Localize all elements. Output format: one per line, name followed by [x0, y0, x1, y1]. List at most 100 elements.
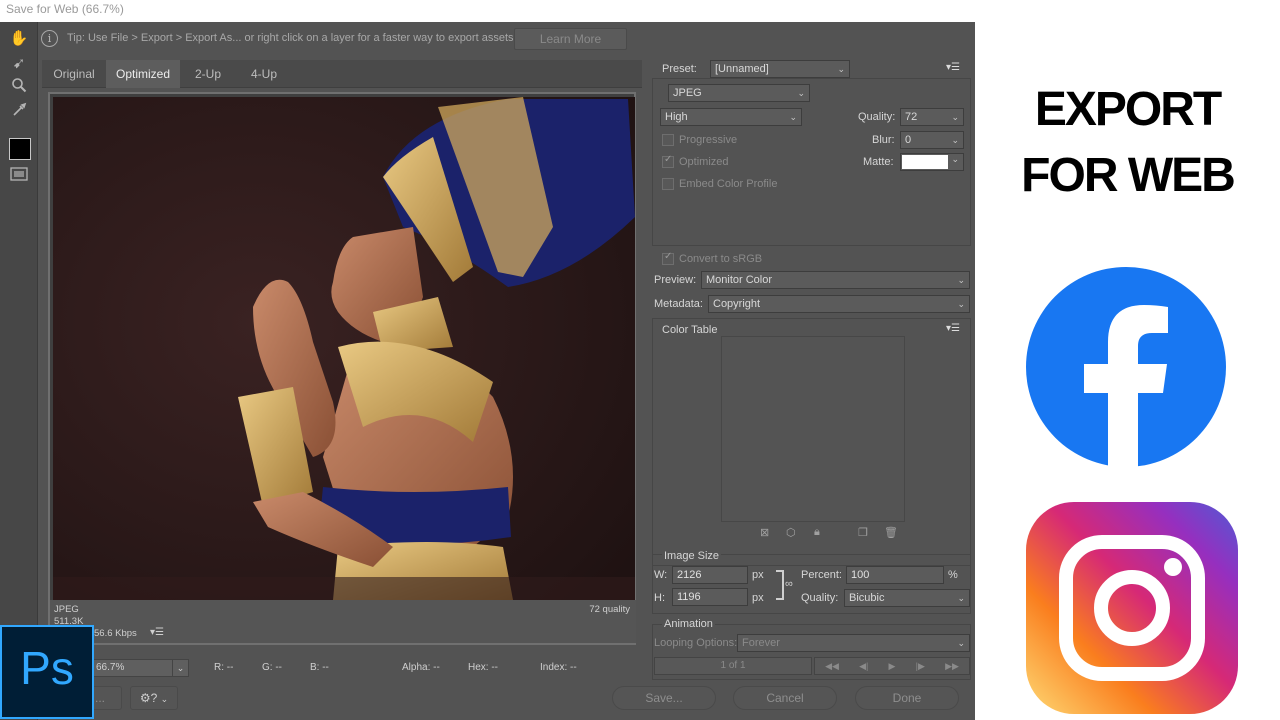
quality-field[interactable]: 72 ⌄ [900, 108, 964, 126]
looping-options-label: Looping Options: [654, 637, 738, 649]
tab-4-up[interactable]: 4-Up [236, 60, 292, 88]
width-unit: px [752, 569, 764, 581]
window-title: Save for Web (66.7%) [0, 0, 975, 22]
color-table-menu-icon[interactable]: ▾☰ [946, 323, 960, 334]
web-snap-icon[interactable]: ⬡ [786, 526, 796, 539]
preview-photo [53, 97, 635, 600]
tip-text: Tip: Use File > Export > Export As... or… [67, 32, 514, 44]
facebook-logo-icon [1026, 267, 1226, 467]
photoshop-logo: Ps [0, 625, 94, 719]
height-field[interactable]: 1196 [672, 588, 748, 606]
metadata-label: Metadata: [654, 298, 703, 310]
info-icon: i [41, 30, 58, 47]
compression-select[interactable]: High ⌄ [660, 108, 802, 126]
embed-color-profile-checkbox[interactable] [662, 178, 674, 190]
zoom-value: 66.7% [96, 662, 125, 673]
zoom-tool-icon[interactable] [8, 77, 30, 99]
help-icon: ⚙? [139, 691, 158, 705]
status-bar: 66.7% ⌄ R: -- G: -- B: -- Alpha: -- Hex:… [38, 652, 642, 720]
readout-g: G: -- [262, 662, 282, 673]
metadata-select[interactable]: Copyright ⌄ [708, 295, 970, 313]
previous-frame-icon[interactable]: ◀| [859, 661, 868, 672]
promo-panel: EXPORT FOR WEB [975, 0, 1280, 720]
last-frame-icon[interactable]: ▶▶ [945, 661, 959, 672]
tip-bar: i Tip: Use File > Export > Export As... … [38, 28, 642, 50]
next-frame-icon[interactable]: |▶ [916, 661, 925, 672]
link-icon[interactable]: ∞ [785, 578, 793, 590]
zoom-level-select[interactable]: 66.7% ⌄ [93, 659, 189, 677]
optimized-checkbox[interactable] [662, 154, 674, 168]
format-select[interactable]: JPEG ⌄ [668, 84, 810, 102]
resample-quality-select[interactable]: Bicubic ⌄ [844, 589, 970, 607]
optimize-menu-icon[interactable]: ▾☰ [946, 62, 960, 73]
optimized-label: Optimized [679, 156, 729, 168]
image-quality-info: 72 quality [589, 604, 630, 615]
percent-label: Percent: [801, 569, 842, 581]
tool-strip: ✋ ➹ [0, 22, 38, 720]
download-rate-menu-icon[interactable]: ▾☰ [150, 627, 164, 638]
readout-hex: Hex: -- [468, 662, 498, 673]
resample-quality-value: Bicubic [849, 592, 885, 604]
blur-field[interactable]: 0 ⌄ [900, 131, 964, 149]
help-menu-button[interactable]: ⚙? ⌄ [130, 686, 178, 710]
photoshop-logo-text: Ps [20, 642, 74, 694]
new-color-icon[interactable]: ❐ [858, 526, 868, 539]
trash-icon[interactable]: 🗑︎ [884, 526, 898, 539]
map-transparent-icon[interactable]: ⊠ [760, 526, 769, 539]
settings-panel: Preset: [Unnamed] ⌄ ▾☰ JPEG ⌄ High ⌄ Qualit… [648, 22, 975, 720]
color-table-grid[interactable] [721, 336, 905, 522]
blur-value: 0 [905, 134, 912, 146]
resample-quality-label: Quality: [801, 592, 839, 604]
chevron-down-icon: ⌄ [789, 112, 797, 122]
lock-color-icon[interactable]: 🔒︎ [814, 526, 820, 539]
instagram-logo-icon [1026, 502, 1238, 714]
play-icon[interactable]: ▶ [889, 661, 896, 672]
convert-srgb-label: Convert to sRGB [679, 253, 763, 265]
chevron-down-icon: ⌄ [957, 593, 965, 603]
view-tabs: Original Optimized 2-Up 4-Up [42, 60, 642, 88]
slice-select-tool-icon[interactable]: ➹ [8, 53, 30, 75]
chevron-down-icon: ⌄ [951, 112, 959, 122]
chevron-down-icon: ⌄ [172, 660, 188, 676]
toggle-slices-icon[interactable] [8, 166, 30, 188]
constrain-bracket [776, 570, 784, 600]
tab-2-up[interactable]: 2-Up [180, 60, 236, 88]
image-size-title: Image Size [662, 550, 722, 562]
width-field[interactable]: 2126 [672, 566, 748, 584]
frame-counter: 1 of 1 [654, 657, 812, 675]
save-for-web-dialog: ✋ ➹ i Tip: Use File > Export > Export As… [0, 22, 975, 720]
matte-select[interactable]: ⌄ [900, 153, 964, 171]
chevron-down-icon: ⌄ [160, 694, 169, 704]
looping-options-select[interactable]: Forever ⌄ [737, 634, 970, 652]
metadata-value: Copyright [713, 298, 761, 310]
width-label: W: [654, 569, 668, 581]
readout-alpha: Alpha: -- [402, 662, 440, 673]
chevron-down-icon: ⌄ [957, 638, 965, 648]
chevron-down-icon: ⌄ [957, 275, 965, 285]
eyedropper-tool-icon[interactable] [8, 102, 30, 124]
preview-label: Preview: [654, 274, 697, 286]
eyedropper-color-swatch[interactable] [9, 138, 31, 160]
chevron-down-icon: ⌄ [837, 64, 845, 74]
headline-line-2: FOR WEB [1021, 149, 1236, 202]
convert-srgb-checkbox[interactable] [662, 251, 674, 265]
percent-unit: % [948, 569, 958, 581]
blur-label: Blur: [872, 134, 895, 146]
readout-b: B: -- [310, 662, 329, 673]
image-format: JPEG [54, 604, 79, 615]
preview-canvas[interactable]: JPEG 511.3K 56.6 Kbps ▾☰ 72 quality [48, 92, 636, 645]
image-info-bar: JPEG 511.3K 56.6 Kbps ▾☰ 72 quality [50, 600, 636, 643]
progressive-checkbox[interactable] [662, 134, 674, 146]
tab-original[interactable]: Original [42, 60, 106, 88]
first-frame-icon[interactable]: ◀◀ [825, 661, 839, 672]
preview-select[interactable]: Monitor Color ⌄ [701, 271, 970, 289]
height-label: H: [654, 592, 665, 604]
format-value: JPEG [673, 87, 702, 99]
tab-optimized[interactable]: Optimized [106, 60, 180, 88]
hand-tool-icon[interactable]: ✋ [8, 28, 30, 50]
preset-select[interactable]: [Unnamed] ⌄ [710, 60, 850, 78]
progressive-label: Progressive [679, 134, 738, 146]
learn-more-button[interactable]: Learn More [514, 28, 627, 50]
percent-field[interactable]: 100 [846, 566, 944, 584]
matte-color-swatch [902, 155, 948, 169]
